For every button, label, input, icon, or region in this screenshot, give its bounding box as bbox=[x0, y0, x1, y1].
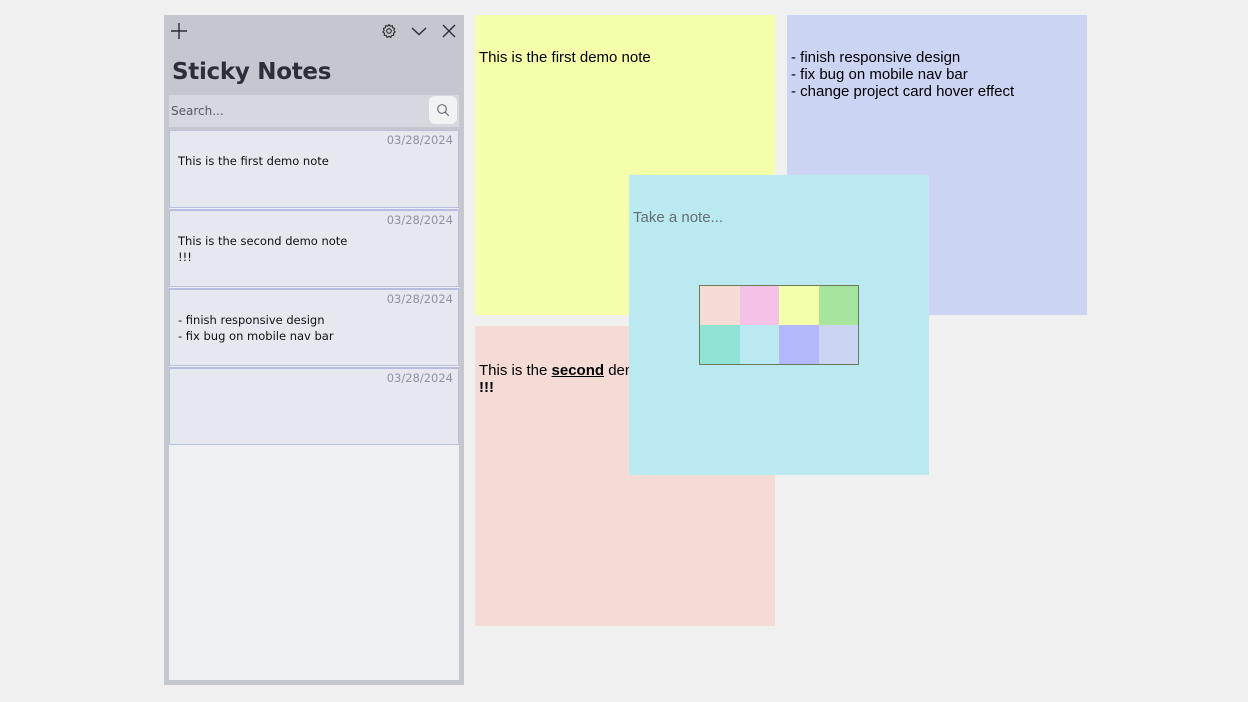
close-icon bbox=[442, 24, 456, 38]
chevron-down-icon bbox=[411, 27, 427, 36]
note-date: 03/28/2024 bbox=[386, 213, 453, 227]
add-note-button[interactable] bbox=[167, 19, 191, 43]
list-item[interactable]: 03/28/2024 This is the second demo note … bbox=[169, 209, 459, 287]
text-segment: This is the bbox=[479, 362, 552, 379]
color-swatch[interactable] bbox=[818, 325, 858, 364]
list-item[interactable]: 03/28/2024 - finish responsive design - … bbox=[169, 288, 459, 366]
note-preview: This is the second demo note !!! bbox=[178, 234, 348, 264]
color-palette bbox=[699, 285, 859, 365]
notes-panel: Sticky Notes 03/28/2024 This is the firs… bbox=[164, 15, 464, 685]
new-note-editor[interactable]: Take a note... bbox=[629, 175, 929, 475]
search-icon bbox=[437, 104, 450, 117]
note-date: 03/28/2024 bbox=[386, 133, 453, 147]
search-button[interactable] bbox=[429, 96, 457, 124]
page-title: Sticky Notes bbox=[172, 59, 332, 85]
sticky-note-text[interactable]: - finish responsive design - fix bug on … bbox=[791, 49, 1083, 100]
settings-button[interactable] bbox=[377, 19, 401, 43]
color-swatch[interactable] bbox=[700, 286, 740, 325]
note-list: 03/28/2024 This is the first demo note 0… bbox=[169, 130, 459, 447]
color-swatch[interactable] bbox=[739, 325, 779, 364]
note-preview: This is the first demo note bbox=[178, 154, 329, 168]
color-swatch[interactable] bbox=[700, 325, 740, 364]
note-preview: - finish responsive design - fix bug on … bbox=[178, 313, 334, 343]
color-swatch[interactable] bbox=[779, 286, 819, 325]
text-segment-bold: !!! bbox=[479, 379, 494, 396]
sticky-note-text[interactable]: This is the first demo note bbox=[479, 49, 771, 66]
list-item[interactable]: 03/28/2024 This is the first demo note bbox=[169, 130, 459, 208]
close-button[interactable] bbox=[437, 19, 461, 43]
search-bar bbox=[169, 95, 459, 127]
text-segment-bold: second bbox=[551, 362, 605, 379]
note-date: 03/28/2024 bbox=[386, 292, 453, 306]
search-input[interactable] bbox=[169, 95, 427, 127]
note-placeholder[interactable]: Take a note... bbox=[633, 209, 723, 226]
collapse-button[interactable] bbox=[407, 19, 431, 43]
color-swatch[interactable] bbox=[818, 286, 858, 325]
list-item[interactable]: 03/28/2024 bbox=[169, 367, 459, 445]
plus-icon bbox=[171, 23, 187, 39]
color-swatch[interactable] bbox=[739, 286, 779, 325]
note-date: 03/28/2024 bbox=[386, 371, 453, 385]
color-swatch[interactable] bbox=[779, 325, 819, 364]
gear-icon bbox=[382, 23, 396, 38]
